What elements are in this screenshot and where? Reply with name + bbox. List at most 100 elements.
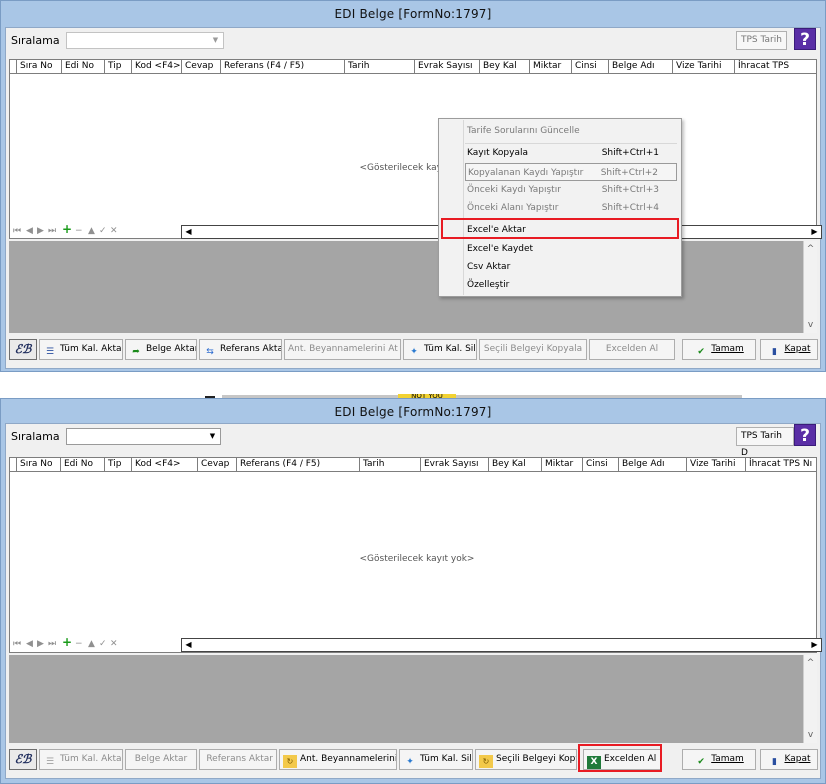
menu-item-excel-kaydet[interactable]: Excel'e Kaydet [467,240,677,258]
col-header[interactable]: Cevap [181,60,220,74]
last-record-icon[interactable]: ⏭ [48,639,56,650]
cancel-icon[interactable]: ✕ [110,226,118,237]
col-header[interactable]: Tip [104,60,131,74]
tum-kal-sil-button[interactable]: ✦ Tüm Kal. Sil [403,339,477,360]
menu-label: Tarife Sorularını Güncelle [467,126,580,136]
scroll-up-icon[interactable]: ^ [804,657,817,669]
vertical-scrollbar[interactable]: ^ v [803,655,817,743]
col-header[interactable]: Tarih [359,458,420,472]
scroll-right-icon[interactable]: ▶ [808,226,821,238]
up-icon[interactable]: ▲ [88,639,95,650]
col-header[interactable]: Belge Adı [618,458,686,472]
menu-item-kayit-kopyala[interactable]: Kayıt Kopyala Shift+Ctrl+1 [467,144,677,162]
first-record-icon[interactable]: ⏮ [13,226,21,237]
menu-item-onceki-kayit[interactable]: Önceki Kaydı Yapıştır Shift+Ctrl+3 [467,181,677,199]
grid-navigator: ⏮ ◀ ▶ ⏭ + − ▲ ✓ ✕ ◀ ▶ [10,223,822,240]
last-record-icon[interactable]: ⏭ [48,226,56,237]
col-header[interactable]: Tarih [344,60,414,74]
col-header[interactable]: Miktar [541,458,582,472]
vertical-scrollbar[interactable]: ^ v [803,241,817,333]
referans-aktar-button[interactable]: Referans Aktar [199,749,277,770]
sort-combo[interactable]: ▼ [66,428,221,445]
col-header[interactable]: Kod <F4> [131,60,181,74]
col-header[interactable]: Referans (F4 / F5) [220,60,344,74]
col-header[interactable]: Vize Tarihi [672,60,734,74]
tum-kal-sil-button[interactable]: ✦ Tüm Kal. Sil [399,749,473,770]
excelden-al-button[interactable]: Excelden Al [589,339,675,360]
help-icon[interactable]: ? [794,424,816,446]
col-header[interactable]: İhracat TPS [734,60,822,74]
scroll-left-icon[interactable]: ◀ [182,639,195,651]
kapat-button[interactable]: ▮ Kapat [760,339,818,360]
button-label: Tamam [711,754,744,764]
post-icon[interactable]: ✓ [99,226,107,237]
delete-record-icon[interactable]: − [75,226,83,237]
menu-shortcut: Shift+Ctrl+3 [601,185,659,195]
chevron-down-icon[interactable]: ▼ [208,432,217,441]
tamam-button[interactable]: ✔ Tamam [682,749,756,770]
tps-date-button[interactable]: TPS Tarih D [736,427,794,458]
col-header[interactable]: Vize Tarihi [686,458,745,472]
prev-record-icon[interactable]: ◀ [26,639,33,650]
menu-item-kopyalanan-yapistir[interactable]: Kopyalanan Kaydı Yapıştır Shift+Ctrl+2 [465,163,677,181]
horizontal-scrollbar[interactable]: ◀ ▶ [181,638,822,652]
help-icon[interactable]: ? [794,28,816,50]
all-kal-transfer-button[interactable]: ☰ Tüm Kal. Aktar [39,749,123,770]
secili-kopyala-button[interactable]: Seçili Belgeyi Kopyala [479,339,587,360]
col-header[interactable]: Edi No [60,458,104,472]
menu-item-tarife[interactable]: Tarife Sorularını Güncelle [467,122,677,140]
col-header[interactable]: Evrak Sayısı [420,458,488,472]
col-header[interactable]: Cevap [197,458,236,472]
bottom-window: EDI Belge [FormNo:1797] Sıralama ▼ TPS T… [0,398,826,784]
arrow-right-icon: ➦ [132,347,140,357]
all-kal-transfer-button[interactable]: ☰ Tüm Kal. Aktar [39,339,123,360]
records-grid: Sıra No Edi No Tip Kod <F4> Cevap Refera… [9,457,822,653]
sg-logo-button[interactable]: ℰℬ [9,339,37,360]
scroll-down-icon[interactable]: v [804,729,817,741]
up-icon[interactable]: ▲ [88,226,95,237]
col-header[interactable]: Cinsi [582,458,618,472]
col-header[interactable]: Evrak Sayısı [414,60,479,74]
col-header[interactable]: Belge Adı [608,60,672,74]
menu-item-onceki-alan[interactable]: Önceki Alanı Yapıştır Shift+Ctrl+4 [467,199,677,217]
sg-logo-button[interactable]: ℰℬ [9,749,37,770]
client-area: Sıralama ▼ TPS Tarih D ? Sıra No Edi No … [5,423,822,779]
kapat-button[interactable]: ▮ Kapat [760,749,818,770]
col-header[interactable]: Sıra No [16,60,61,74]
col-header[interactable]: Sıra No [16,458,60,472]
col-header[interactable]: Bey Kal [479,60,529,74]
scroll-up-icon[interactable]: ^ [804,243,817,255]
col-header[interactable]: Referans (F4 / F5) [236,458,359,472]
col-header[interactable]: Miktar [529,60,571,74]
cancel-icon[interactable]: ✕ [110,639,118,650]
ant-beyan-button[interactable]: Ant. Beyannamelerini At [284,339,401,360]
col-header[interactable]: Cinsi [571,60,608,74]
next-record-icon[interactable]: ▶ [37,226,44,237]
menu-item-csv-aktar[interactable]: Csv Aktar [467,258,677,276]
sort-combo[interactable]: ▼ [66,32,224,49]
tamam-button[interactable]: ✔ Tamam [682,339,756,360]
add-record-icon[interactable]: + [62,636,72,648]
col-header[interactable]: Tip [104,458,131,472]
post-icon[interactable]: ✓ [99,639,107,650]
belge-aktar-button[interactable]: ➦ Belge Aktar [125,339,197,360]
col-header[interactable]: İhracat TPS Nı [745,458,822,472]
prev-record-icon[interactable]: ◀ [26,226,33,237]
secili-kopyala-button[interactable]: ↻Seçili Belgeyi Kopyala [475,749,577,770]
menu-item-ozellestir[interactable]: Özelleştir [467,276,677,294]
scroll-right-icon[interactable]: ▶ [808,639,821,651]
first-record-icon[interactable]: ⏮ [13,639,21,650]
belge-aktar-button[interactable]: Belge Aktar [125,749,197,770]
col-header[interactable]: Edi No [61,60,104,74]
next-record-icon[interactable]: ▶ [37,639,44,650]
add-record-icon[interactable]: + [62,223,72,235]
ant-beyan-button[interactable]: ↻Ant. Beyannamelerini At [279,749,397,770]
scroll-down-icon[interactable]: v [804,319,817,331]
col-header[interactable]: Kod <F4> [131,458,197,472]
scroll-left-icon[interactable]: ◀ [182,226,195,238]
referans-aktar-button[interactable]: ⇆ Referans Aktar [199,339,282,360]
tps-date-button[interactable]: TPS Tarih [736,31,787,50]
chevron-down-icon[interactable]: ▼ [211,36,220,45]
delete-record-icon[interactable]: − [75,639,83,650]
col-header[interactable]: Bey Kal [488,458,541,472]
